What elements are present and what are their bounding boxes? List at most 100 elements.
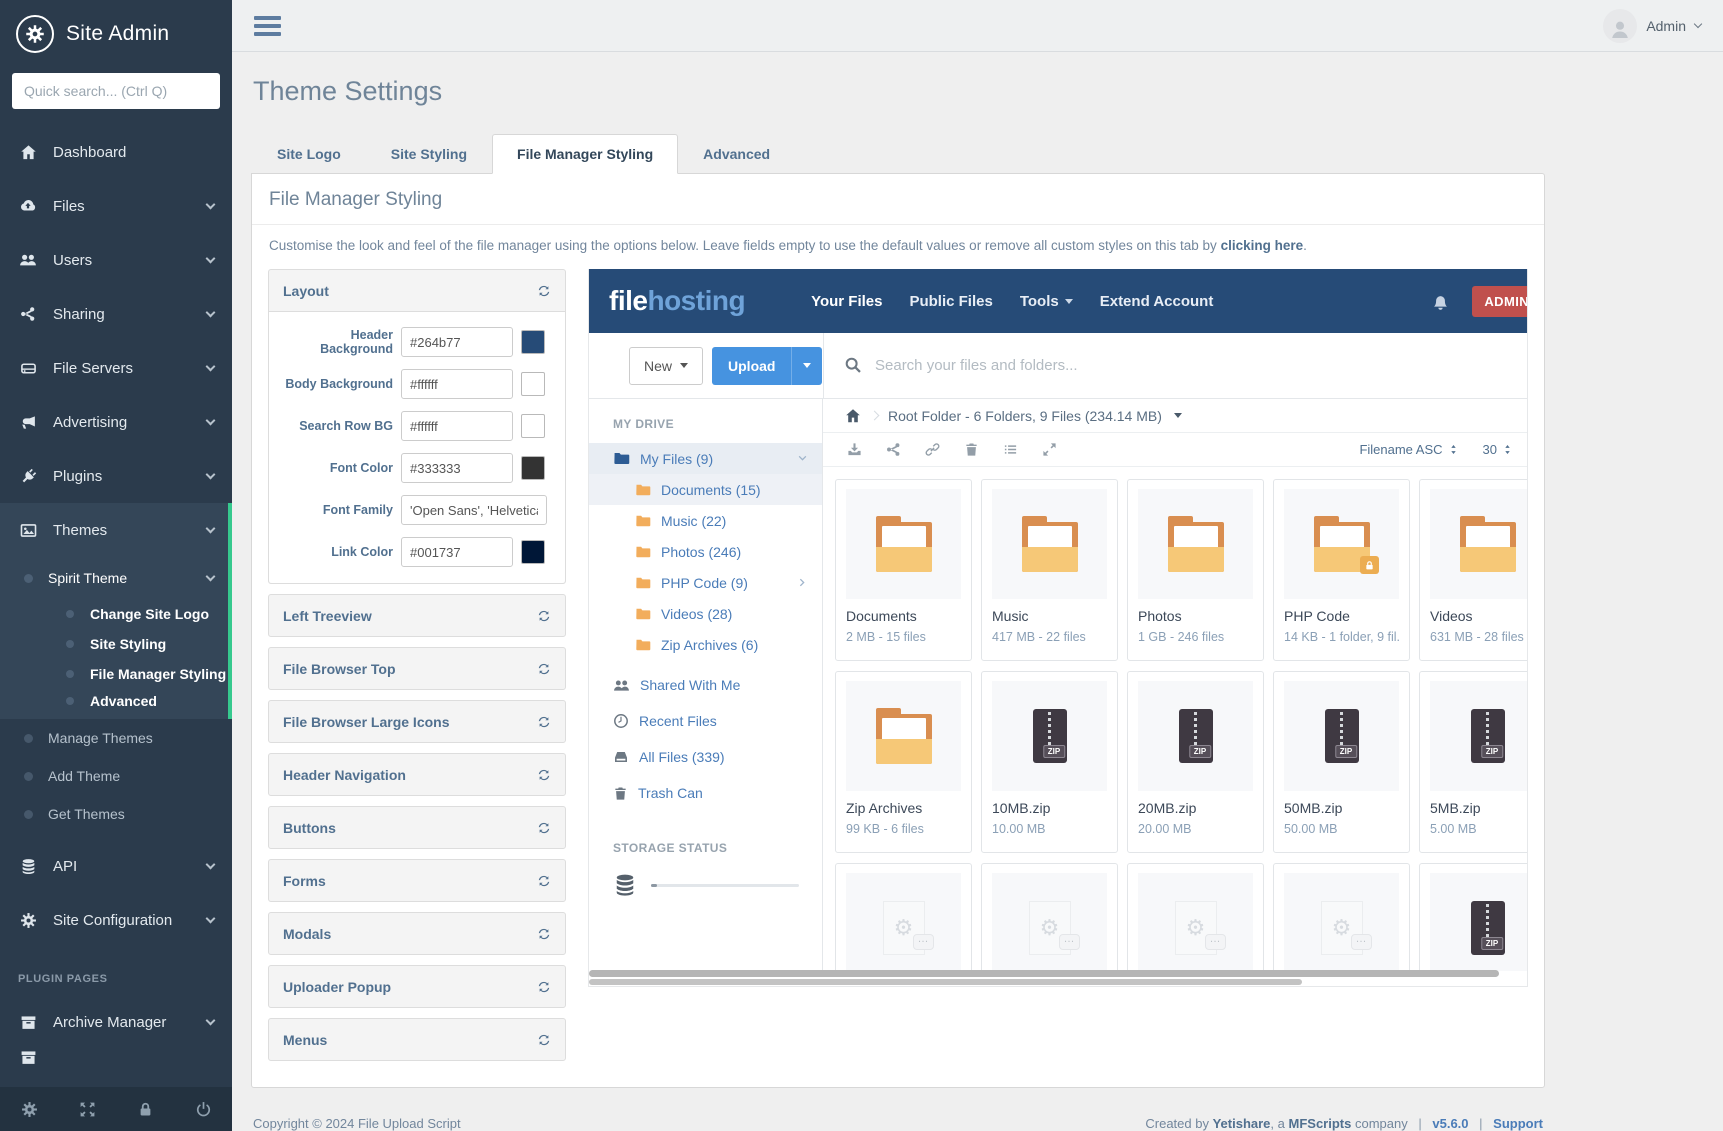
link-color-swatch[interactable] <box>521 540 545 564</box>
refresh-icon[interactable] <box>537 284 551 298</box>
filehosting-logo[interactable]: filehosting <box>609 285 745 317</box>
refresh-icon[interactable] <box>537 874 551 888</box>
sidebar-item-plugins[interactable]: Plugins <box>0 449 232 503</box>
new-button[interactable]: New <box>629 347 703 385</box>
tree-item-music[interactable]: Music (22) <box>589 505 822 536</box>
tree-item-my-files[interactable]: My Files (9) <box>589 443 822 474</box>
sidebar-item-dashboard[interactable]: Dashboard <box>0 125 232 179</box>
quick-search-input[interactable] <box>12 73 220 109</box>
settings-gear-icon[interactable] <box>21 1101 38 1118</box>
sidebar-item-advertising[interactable]: Advertising <box>0 395 232 449</box>
body-background-input[interactable] <box>401 369 513 399</box>
sidebar-item-site-configuration[interactable]: Site Configuration <box>0 893 232 947</box>
preview-search-input[interactable] <box>875 357 1353 374</box>
accordion-layout-header[interactable]: Layout <box>269 270 565 311</box>
sidebar-item-change-site-logo[interactable]: Change Site Logo <box>0 599 232 629</box>
sidebar-item-files[interactable]: Files <box>0 179 232 233</box>
refresh-icon[interactable] <box>537 927 551 941</box>
tab-site-logo[interactable]: Site Logo <box>252 134 366 174</box>
tree-item-zip-archives[interactable]: Zip Archives (6) <box>589 629 822 660</box>
refresh-icon[interactable] <box>537 662 551 676</box>
tree-item-php-code[interactable]: PHP Code (9) <box>589 567 822 598</box>
expand-view-icon[interactable] <box>1042 442 1057 457</box>
sidebar-item-spirit-theme[interactable]: Spirit Theme <box>0 557 232 599</box>
preview-nav-extend-account[interactable]: Extend Account <box>1100 293 1214 310</box>
refresh-icon[interactable] <box>537 768 551 782</box>
tree-item-trash-can[interactable]: Trash Can <box>589 775 822 811</box>
refresh-icon[interactable] <box>537 821 551 835</box>
brand[interactable]: Site Admin <box>0 0 232 63</box>
file-card-zip-archives[interactable]: Zip Archives 99 KB - 6 files <box>835 671 972 853</box>
file-card-partial[interactable]: ⚙ <box>1127 863 1264 971</box>
preview-nav-tools[interactable]: Tools <box>1020 293 1073 310</box>
upload-button[interactable]: Upload <box>712 347 822 385</box>
body-background-swatch[interactable] <box>521 372 545 396</box>
tab-advanced[interactable]: Advanced <box>678 134 795 174</box>
file-card-partial[interactable]: ZIP <box>1419 863 1527 971</box>
preview-nav-your-files[interactable]: Your Files <box>811 293 882 310</box>
sidebar-item-file-servers[interactable]: File Servers <box>0 341 232 395</box>
support-link[interactable]: Support <box>1493 1116 1543 1131</box>
preview-nav-public-files[interactable]: Public Files <box>909 293 992 310</box>
link-icon[interactable] <box>925 442 940 457</box>
refresh-icon[interactable] <box>537 609 551 623</box>
search-row-bg-swatch[interactable] <box>521 414 545 438</box>
tab-file-manager-styling[interactable]: File Manager Styling <box>492 134 678 174</box>
sidebar-item-file-manager-styling[interactable]: File Manager Styling <box>0 659 232 689</box>
upload-dropdown-toggle[interactable] <box>791 347 822 385</box>
sort-selector[interactable]: Filename ASC <box>1359 442 1458 457</box>
refresh-icon[interactable] <box>537 1033 551 1047</box>
file-card-5mb-zip[interactable]: ZIP 5MB.zip 5.00 MB <box>1419 671 1527 853</box>
horizontal-scrollbar[interactable] <box>589 970 1499 977</box>
hamburger-menu-icon[interactable] <box>254 12 281 40</box>
file-card-20mb-zip[interactable]: ZIP 20MB.zip 20.00 MB <box>1127 671 1264 853</box>
user-menu[interactable]: Admin <box>1603 9 1701 43</box>
font-color-swatch[interactable] <box>521 456 545 480</box>
caret-down-icon[interactable] <box>1174 413 1182 418</box>
page-size-selector[interactable]: 30 <box>1483 442 1513 457</box>
tree-item-recent-files[interactable]: Recent Files <box>589 703 822 739</box>
mfscripts-link[interactable]: MFScripts <box>1289 1116 1352 1131</box>
sidebar-item-users[interactable]: Users <box>0 233 232 287</box>
file-card-partial[interactable]: ⚙ <box>835 863 972 971</box>
sidebar-item-advanced[interactable]: Advanced <box>0 689 232 719</box>
sidebar-item-add-theme[interactable]: Add Theme <box>0 757 232 795</box>
admin-button[interactable]: ADMIN <box>1472 286 1528 317</box>
list-view-icon[interactable] <box>1003 442 1018 457</box>
tree-item-shared-with-me[interactable]: Shared With Me <box>589 667 822 703</box>
home-icon[interactable] <box>845 408 861 424</box>
sidebar-item-sharing[interactable]: Sharing <box>0 287 232 341</box>
font-color-input[interactable] <box>401 453 513 483</box>
yetishare-link[interactable]: Yetishare <box>1213 1116 1271 1131</box>
file-card-partial[interactable]: ⚙ <box>1273 863 1410 971</box>
header-background-input[interactable] <box>401 327 513 357</box>
file-card-documents[interactable]: Documents 2 MB - 15 files <box>835 479 972 661</box>
tree-item-documents[interactable]: Documents (15) <box>589 474 822 505</box>
bell-icon[interactable] <box>1431 292 1450 311</box>
fullscreen-icon[interactable] <box>79 1101 96 1118</box>
sidebar-item-site-styling[interactable]: Site Styling <box>0 629 232 659</box>
file-card-50mb-zip[interactable]: ZIP 50MB.zip 50.00 MB <box>1273 671 1410 853</box>
sidebar-item-archive-manager[interactable]: Archive Manager <box>0 995 232 1049</box>
search-row-bg-input[interactable] <box>401 411 513 441</box>
link-color-input[interactable] <box>401 537 513 567</box>
sidebar-item-api[interactable]: API <box>0 839 232 893</box>
horizontal-scrollbar[interactable] <box>589 979 1302 985</box>
power-icon[interactable] <box>195 1101 212 1118</box>
tree-item-photos[interactable]: Photos (246) <box>589 536 822 567</box>
file-card-videos[interactable]: Videos 631 MB - 28 files <box>1419 479 1527 661</box>
sidebar-item-manage-themes[interactable]: Manage Themes <box>0 719 232 757</box>
clicking-here-link[interactable]: clicking here <box>1221 238 1304 253</box>
tree-item-videos[interactable]: Videos (28) <box>589 598 822 629</box>
tab-site-styling[interactable]: Site Styling <box>366 134 492 174</box>
refresh-icon[interactable] <box>537 715 551 729</box>
file-card-partial[interactable]: ⚙ <box>981 863 1118 971</box>
header-background-swatch[interactable] <box>521 330 545 354</box>
trash-icon[interactable] <box>964 442 979 457</box>
share-icon[interactable] <box>886 442 901 457</box>
sidebar-item-partial[interactable] <box>0 1049 232 1065</box>
breadcrumb-text[interactable]: Root Folder - 6 Folders, 9 Files (234.14… <box>888 408 1162 424</box>
sidebar-item-get-themes[interactable]: Get Themes <box>0 795 232 833</box>
file-card-10mb-zip[interactable]: ZIP 10MB.zip 10.00 MB <box>981 671 1118 853</box>
file-card-php-code[interactable]: PHP Code 14 KB - 1 folder, 9 fil... <box>1273 479 1410 661</box>
